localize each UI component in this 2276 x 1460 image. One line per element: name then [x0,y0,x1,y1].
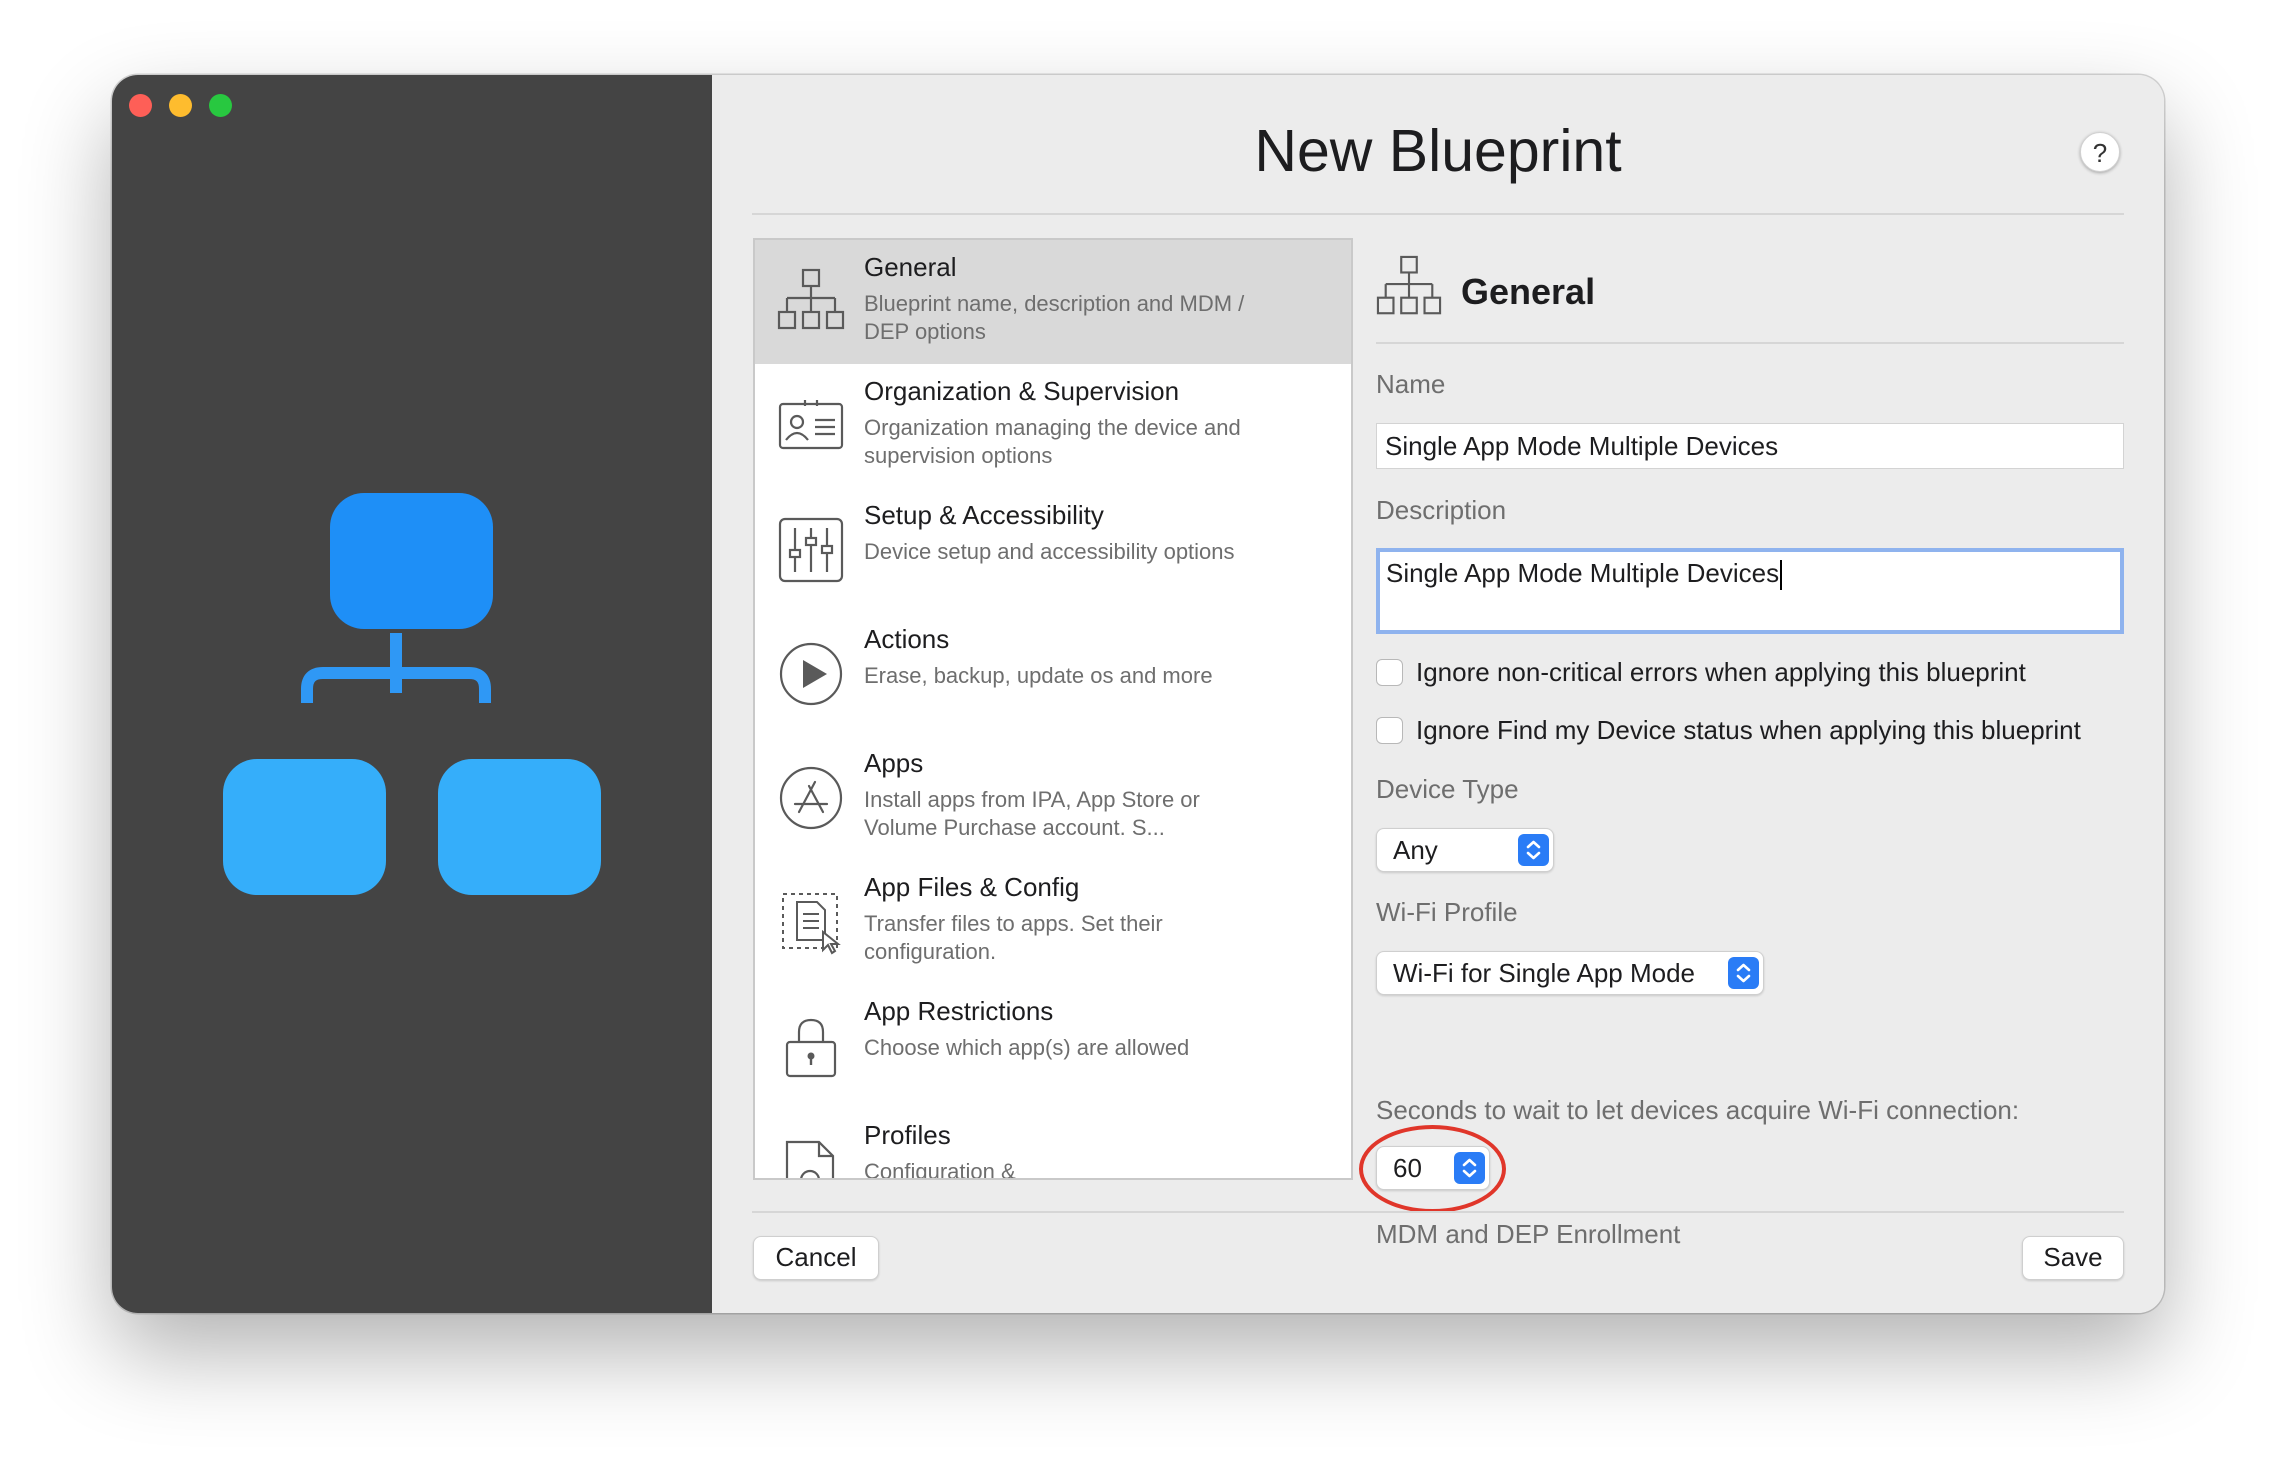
sidebar-item-description: Configuration & [864,1159,1016,1180]
ignore-errors-label: Ignore non-critical errors when applying… [1416,657,2026,687]
play-icon [779,642,843,706]
sidebar-item-description: Blueprint name, description and MDM / DE… [864,291,1245,344]
blueprint-hierarchy-icon [223,493,601,895]
blueprint-window: New Blueprint ? General Blueprint name, … [112,75,2164,1313]
sidebar-item-description: Device setup and accessibility options [864,539,1235,564]
left-pane [112,75,712,1313]
sidebar-item-description: Organization managing the device and sup… [864,415,1241,468]
popup-chevrons-icon [1518,834,1549,866]
sidebar-item-profiles[interactable]: Profiles Configuration & [755,1108,1351,1180]
description-text: Single App Mode Multiple Devices [1386,558,1780,588]
sidebar-item-description: Erase, backup, update os and more [864,663,1213,688]
wifi-profile-popup[interactable]: Wi-Fi for Single App Mode [1376,951,1764,995]
annotation-circle [1359,1125,1506,1213]
minimize-window-button[interactable] [169,94,192,117]
hierarchy-icon [1376,255,1442,315]
device-type-label: Device Type [1376,774,1519,804]
description-field[interactable]: Single App Mode Multiple Devices [1376,548,2124,634]
close-window-button[interactable] [129,94,152,117]
document-transfer-icon [782,893,841,955]
sidebar-item-description: Choose which app(s) are allowed [864,1035,1190,1060]
text-caret [1780,560,1783,591]
wifi-wait-label: Seconds to wait to let devices acquire W… [1376,1095,2020,1125]
zoom-window-button[interactable] [209,94,232,117]
sidebar-item-title: Actions [864,624,950,654]
contact-card-icon [778,400,844,450]
sidebar-item-title: App Restrictions [864,996,1054,1026]
app-store-icon [779,766,843,830]
sidebar-item-title: Setup & Accessibility [864,500,1104,530]
popup-chevrons-icon [1728,957,1759,989]
ignore-find-my-label: Ignore Find my Device status when applyi… [1416,715,2081,745]
sidebar-item-description: Transfer files to apps. Set their config… [864,911,1163,964]
lock-icon [785,1018,837,1078]
sidebar-item-app-restrictions[interactable]: App Restrictions Choose which app(s) are… [755,984,1351,1108]
sidebar-item-organization[interactable]: Organization & Supervision Organization … [755,364,1351,488]
wifi-profile-label: Wi-Fi Profile [1376,897,1518,927]
sliders-icon [778,517,844,583]
name-label: Name [1376,369,1446,399]
sidebar-item-app-files[interactable]: App Files & Config Transfer files to app… [755,860,1351,984]
sidebar-item-description: Install apps from IPA, App Store or Volu… [864,787,1200,840]
sidebar-item-actions[interactable]: Actions Erase, backup, update os and mor… [755,612,1351,736]
detail-title: General [1461,271,1596,312]
sidebar-item-title: Profiles [864,1120,951,1150]
description-label: Description [1376,495,1507,525]
ignore-errors-checkbox[interactable] [1376,659,1403,686]
sidebar-item-title: Apps [864,748,924,778]
device-type-popup[interactable]: Any [1376,828,1554,872]
profile-gear-icon [785,1140,835,1178]
sidebar-item-title: Organization & Supervision [864,376,1180,406]
cancel-button[interactable]: Cancel [753,1236,879,1280]
sidebar-item-general[interactable]: General Blueprint name, description and … [755,240,1351,364]
footer-divider [752,1211,2124,1213]
name-field[interactable]: Single App Mode Multiple Devices [1376,423,2124,469]
mdm-dep-label: MDM and DEP Enrollment [1376,1219,1681,1249]
save-button[interactable]: Save [2022,1236,2124,1280]
sidebar-item-title: App Files & Config [864,872,1080,902]
sidebar-item-apps[interactable]: Apps Install apps from IPA, App Store or… [755,736,1351,860]
wifi-profile-value: Wi-Fi for Single App Mode [1393,958,1696,988]
device-type-value: Any [1393,835,1438,865]
detail-pane: General Name Single App Mode Multiple De… [1359,75,2124,1313]
hierarchy-icon [777,268,845,330]
ignore-find-my-checkbox[interactable] [1376,717,1403,744]
settings-sidebar[interactable]: General Blueprint name, description and … [753,238,1353,1180]
sidebar-item-setup[interactable]: Setup & Accessibility Device setup and a… [755,488,1351,612]
sidebar-item-title: General [864,252,957,282]
right-pane: New Blueprint ? General Blueprint name, … [712,75,2164,1313]
detail-divider [1376,342,2124,344]
